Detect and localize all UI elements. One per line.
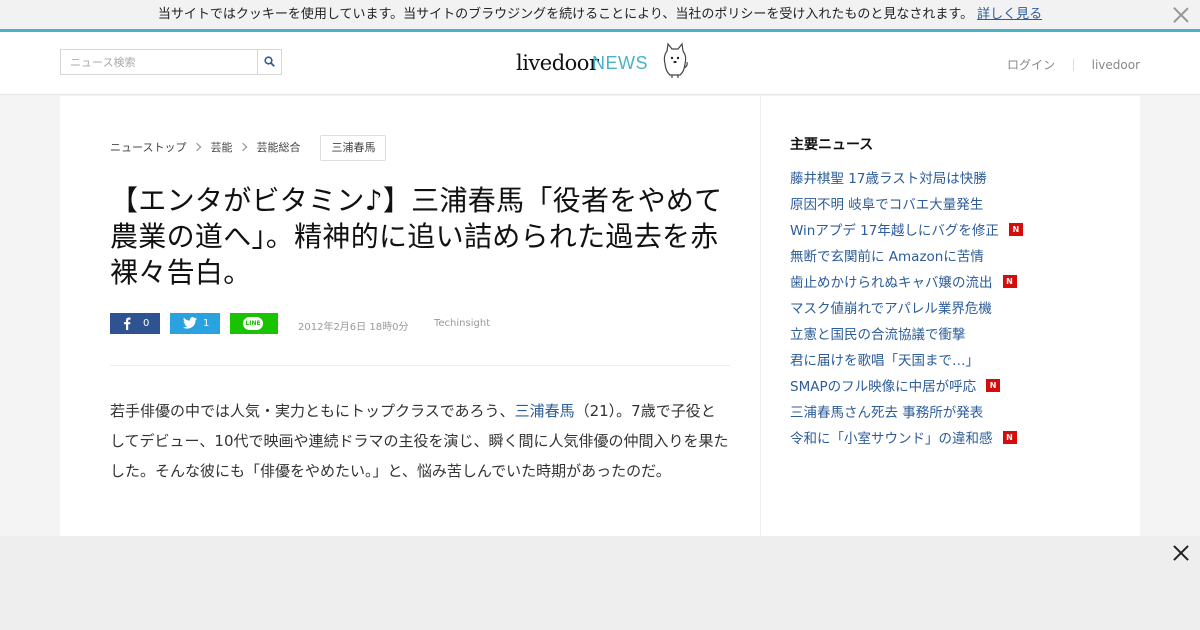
search-icon	[264, 56, 275, 67]
article-body: 若手俳優の中では人気・実力ともにトップクラスであろう、三浦春馬（21）。7歳で子…	[110, 396, 730, 486]
sidebar: 主要ニュース 藤井棋聖 17歳ラスト対局は快勝 原因不明 岐阜でコバエ大量発生 …	[790, 134, 1110, 456]
list-item: Winアプデ 17年越しにバグを修正 N	[790, 222, 1110, 248]
article-title: 【エンタがビタミン♪】三浦春馬「役者をやめて農業の道へ」。精神的に追い詰められた…	[110, 184, 723, 289]
twitter-icon	[183, 317, 197, 329]
list-item: 無断で玄関前に Amazonに苦情	[790, 248, 1110, 274]
news-link[interactable]: 歯止めかけられぬキャバ嬢の流出	[790, 274, 993, 292]
main-content: ニューストップ 芸能 芸能総合 三浦春馬 【エンタがビタミン♪】三浦春馬「役者をやめて…	[60, 96, 1140, 536]
list-item: 立憲と国民の合流協議で衝撃	[790, 326, 1110, 352]
cookie-bar: 当サイトではクッキーを使用しています。当サイトのブラウジングを続けることにより、…	[0, 0, 1200, 32]
breadcrumb-entertainment[interactable]: 芸能	[210, 135, 232, 161]
new-badge: N	[1002, 431, 1017, 444]
ad-close-icon[interactable]	[1172, 544, 1190, 562]
list-item: 君に届けを歌唱「天国まで…」	[790, 352, 1110, 378]
breadcrumb-news-top[interactable]: ニューストップ	[110, 135, 186, 161]
cookie-close-icon[interactable]	[1172, 6, 1190, 24]
cookie-learn-more-link[interactable]: 詳しく見る	[977, 7, 1042, 22]
news-link[interactable]: Winアプデ 17年越しにバグを修正	[790, 222, 999, 240]
site-header: livedoor NEWS ログイン livedoor	[0, 32, 1200, 95]
news-link[interactable]: 藤井棋聖 17歳ラスト対局は快勝	[790, 170, 987, 188]
article-divider	[110, 365, 730, 366]
logo-news-text: NEWS	[592, 53, 648, 73]
search-input[interactable]	[61, 50, 258, 74]
logo-livedoor-text: livedoor	[516, 51, 599, 75]
column-divider	[760, 96, 761, 536]
list-item: 令和に「小室サウンド」の違和感 N	[790, 430, 1110, 456]
facebook-share-button[interactable]: 0	[110, 313, 160, 334]
news-link[interactable]: 無断で玄関前に Amazonに苦情	[790, 248, 984, 266]
cookie-message: 当サイトではクッキーを使用しています。当サイトのブラウジングを続けることにより、…	[157, 7, 974, 22]
search-box	[60, 49, 282, 75]
dog-mascot-icon	[663, 42, 688, 78]
news-link[interactable]: 令和に「小室サウンド」の違和感	[790, 430, 993, 448]
list-item: 三浦春馬さん死去 事務所が発表	[790, 404, 1110, 430]
breadcrumb-chevron-icon	[239, 142, 248, 152]
body-text-lead: 若手俳優の中では人気・実力ともにトップクラスであろう、	[110, 402, 515, 420]
twitter-share-count: 1	[203, 318, 210, 329]
list-item: 原因不明 岐阜でコバエ大量発生	[790, 196, 1110, 222]
article-date: 2012年2月6日 18時0分	[298, 322, 409, 333]
share-row: 0 1 LINE 2012年2月6日 18時0分 Techinsight	[110, 313, 730, 335]
livedoor-link[interactable]: livedoor	[1092, 58, 1140, 72]
breadcrumb: ニューストップ 芸能 芸能総合 三浦春馬	[110, 135, 387, 161]
facebook-share-count: 0	[143, 318, 150, 329]
breadcrumb-chevron-icon	[193, 142, 202, 152]
list-item: SMAPのフル映像に中居が呼応 N	[790, 378, 1110, 404]
search-button[interactable]	[257, 50, 281, 74]
article-source[interactable]: Techinsight	[434, 318, 490, 329]
ad-banner-area	[0, 536, 1200, 630]
news-link[interactable]: 原因不明 岐阜でコバエ大量発生	[790, 196, 983, 214]
nav-divider	[1072, 59, 1074, 71]
facebook-icon	[124, 317, 131, 330]
site-logo[interactable]: livedoor NEWS	[516, 42, 692, 82]
sidebar-title: 主要ニュース	[790, 137, 874, 153]
new-badge: N	[1002, 275, 1017, 288]
list-item: 歯止めかけられぬキャバ嬢の流出 N	[790, 274, 1110, 300]
line-icon: LINE	[243, 317, 263, 330]
new-badge: N	[1008, 223, 1023, 236]
list-item: マスク値崩れでアパレル業界危機	[790, 300, 1110, 326]
body-person-link[interactable]: 三浦春馬	[515, 402, 575, 420]
new-badge: N	[986, 379, 1001, 392]
list-item: 藤井棋聖 17歳ラスト対局は快勝	[790, 170, 1110, 196]
news-link[interactable]: 三浦春馬さん死去 事務所が発表	[790, 404, 983, 422]
line-share-button[interactable]: LINE	[230, 313, 278, 334]
top-news-list: 藤井棋聖 17歳ラスト対局は快勝 原因不明 岐阜でコバエ大量発生 Winアプデ …	[790, 170, 1110, 456]
topic-tag[interactable]: 三浦春馬	[320, 135, 387, 161]
news-link[interactable]: 君に届けを歌唱「天国まで…」	[790, 352, 979, 370]
header-nav: ログイン livedoor	[1007, 56, 1140, 73]
cookie-text: 当サイトではクッキーを使用しています。当サイトのブラウジングを続けることにより、…	[158, 7, 1042, 22]
login-link[interactable]: ログイン	[1007, 58, 1055, 72]
news-link[interactable]: 立憲と国民の合流協議で衝撃	[790, 326, 966, 344]
news-link[interactable]: SMAPのフル映像に中居が呼応	[790, 378, 976, 396]
breadcrumb-entertainment-general[interactable]: 芸能総合	[256, 135, 300, 161]
twitter-share-button[interactable]: 1	[170, 313, 220, 334]
news-link[interactable]: マスク値崩れでアパレル業界危機	[790, 300, 992, 318]
